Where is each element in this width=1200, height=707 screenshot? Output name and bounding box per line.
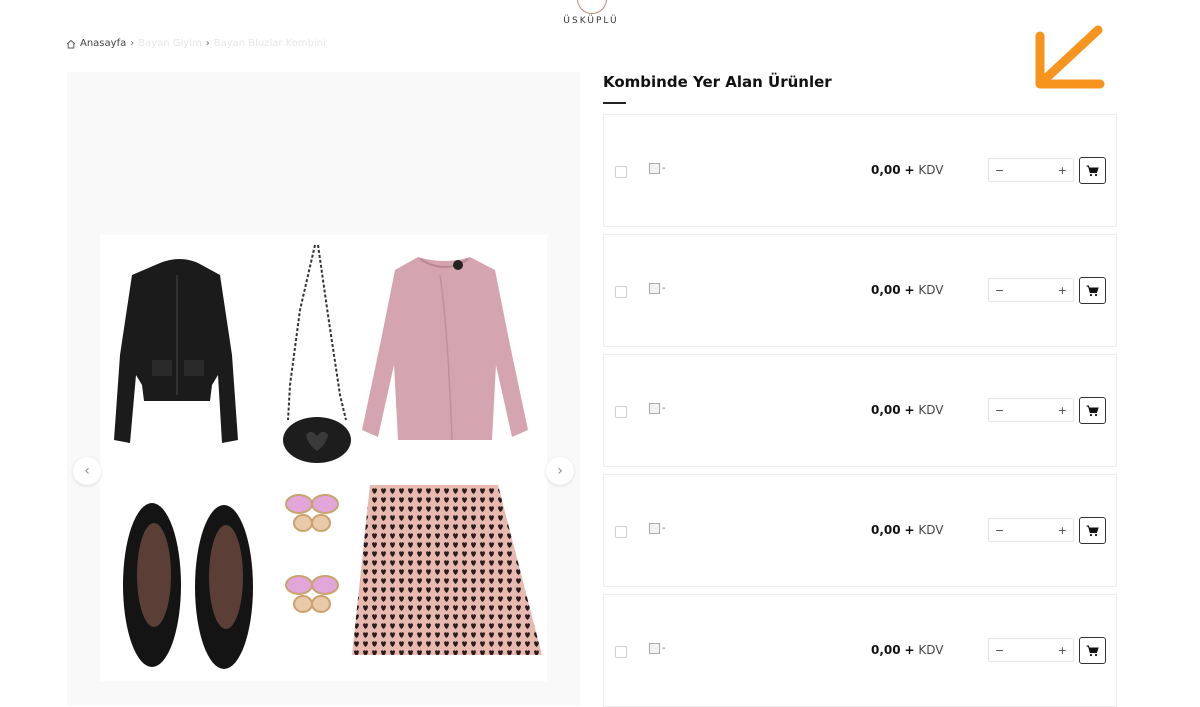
decrease-button[interactable]: − [995, 404, 1004, 417]
chevron-left-icon: ‹ [84, 463, 90, 479]
cart-icon [1086, 165, 1099, 176]
product-thumbnail[interactable]: - [649, 163, 666, 174]
add-to-cart-button[interactable] [1079, 397, 1106, 424]
quantity-stepper[interactable]: − + [988, 398, 1074, 422]
decrease-button[interactable]: − [995, 524, 1004, 537]
product-card: - 0,00 + KDV − + [603, 594, 1117, 707]
breadcrumb-home[interactable]: Anasayfa [80, 38, 126, 49]
decrease-button[interactable]: − [995, 644, 1004, 657]
increase-button[interactable]: + [1058, 284, 1067, 297]
decrease-button[interactable]: − [995, 284, 1004, 297]
logo-text: ÜSKÜPLÜ [563, 16, 619, 26]
chevron-right-icon: › [557, 463, 563, 479]
cardigan-illustration [114, 259, 238, 443]
product-price: 0,00 + KDV [871, 403, 944, 417]
cart-icon [1086, 405, 1099, 416]
gallery-next-button[interactable]: › [546, 457, 574, 485]
product-checkbox[interactable] [615, 406, 627, 418]
product-thumbnail[interactable]: - [649, 283, 666, 294]
broken-image-icon [649, 283, 660, 294]
increase-button[interactable]: + [1058, 164, 1067, 177]
product-card: - 0,00 + KDV − + [603, 234, 1117, 347]
handbag-illustration [283, 244, 351, 463]
logo-emblem-icon [577, 0, 607, 14]
brand-logo[interactable]: ÜSKÜPLÜ [555, 0, 627, 30]
home-icon [66, 39, 76, 48]
quantity-stepper[interactable]: − + [988, 158, 1074, 182]
cart-icon [1086, 525, 1099, 536]
blouse-illustration [362, 257, 528, 441]
cart-icon [1086, 645, 1099, 656]
shoes-illustration [123, 503, 253, 669]
product-card: - 0,00 + KDV − + [603, 474, 1117, 587]
add-to-cart-button[interactable] [1079, 637, 1106, 664]
gallery-prev-button[interactable]: ‹ [73, 457, 101, 485]
breadcrumb-separator: › [205, 38, 210, 49]
product-card: - 0,00 + KDV − + [603, 354, 1117, 467]
product-price: 0,00 + KDV [871, 283, 944, 297]
earrings-illustration [285, 494, 339, 613]
product-card: - 0,00 + KDV − + [603, 114, 1117, 227]
add-to-cart-button[interactable] [1079, 517, 1106, 544]
product-price: 0,00 + KDV [871, 163, 944, 177]
quantity-stepper[interactable]: − + [988, 638, 1074, 662]
cart-icon [1086, 285, 1099, 296]
decrease-button[interactable]: − [995, 164, 1004, 177]
product-checkbox[interactable] [615, 526, 627, 538]
increase-button[interactable]: + [1058, 524, 1067, 537]
product-checkbox[interactable] [615, 166, 627, 178]
product-checkbox[interactable] [615, 286, 627, 298]
product-price: 0,00 + KDV [871, 523, 944, 537]
breadcrumb-separator: › [130, 38, 135, 49]
breadcrumb-category[interactable]: Bayan Giyim [138, 38, 202, 49]
add-to-cart-button[interactable] [1079, 277, 1106, 304]
increase-button[interactable]: + [1058, 644, 1067, 657]
title-underline [603, 102, 626, 104]
product-thumbnail[interactable]: - [649, 643, 666, 654]
broken-image-icon [649, 163, 660, 174]
broken-image-icon [649, 403, 660, 414]
annotation-arrow-icon [1035, 25, 1105, 89]
add-to-cart-button[interactable] [1079, 157, 1106, 184]
product-price: 0,00 + KDV [871, 643, 944, 657]
broken-image-icon [649, 643, 660, 654]
product-thumbnail[interactable]: - [649, 403, 666, 414]
quantity-stepper[interactable]: − + [988, 518, 1074, 542]
product-checkbox[interactable] [615, 646, 627, 658]
increase-button[interactable]: + [1058, 404, 1067, 417]
outfit-image [100, 235, 547, 681]
breadcrumb: Anasayfa › Bayan Giyim › Bayan Bluzlar K… [66, 38, 326, 49]
product-thumbnail[interactable]: - [649, 523, 666, 534]
skirt-illustration [352, 485, 542, 655]
broken-image-icon [649, 523, 660, 534]
product-gallery: ‹ › [67, 72, 580, 705]
quantity-stepper[interactable]: − + [988, 278, 1074, 302]
breadcrumb-current: Bayan Bluzlar Kombini [213, 38, 326, 49]
